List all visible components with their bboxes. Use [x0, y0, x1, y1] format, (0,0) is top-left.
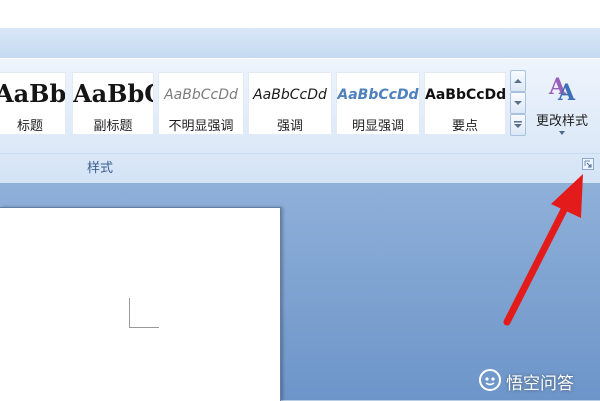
styles-dialog-launcher[interactable]	[582, 158, 594, 170]
watermark: 悟空问答	[478, 367, 596, 394]
watermark-text: 悟空问答	[506, 374, 574, 394]
window-top-area	[0, 0, 600, 28]
change-styles-button[interactable]: A A 更改样式	[530, 66, 594, 146]
style-sample: AaBbCcDd	[164, 87, 238, 103]
red-arrow	[503, 174, 583, 326]
style-sample: AaBbCcDd	[253, 87, 327, 103]
style-caption: 标题	[16, 119, 43, 134]
more-icon	[514, 121, 522, 128]
style-emphasis[interactable]: AaBbCcDd 强调	[248, 72, 332, 135]
change-styles-icon: A A	[548, 74, 576, 102]
styles-group-label: 样式	[86, 161, 113, 176]
style-sample: AaBbC	[73, 79, 153, 108]
style-sample: AaBbCcDd	[337, 87, 419, 103]
gallery-more-button[interactable]	[510, 114, 526, 136]
style-title[interactable]: AaBbC 标题	[0, 72, 66, 135]
style-caption: 明显强调	[351, 119, 404, 134]
style-caption: 不明显强调	[168, 119, 234, 134]
dialog-launcher-icon	[584, 160, 592, 168]
style-sample: AaBbC	[0, 79, 65, 108]
ribbon-tab-strip	[0, 28, 600, 58]
gallery-scroll-up-button[interactable]	[510, 70, 526, 92]
text-cursor-mark	[129, 298, 130, 328]
chevron-down-icon	[514, 101, 522, 105]
style-caption: 要点	[451, 119, 478, 134]
style-subtle-emphasis[interactable]: AaBbCcDd 不明显强调	[158, 72, 244, 135]
dropdown-arrow-icon	[530, 128, 594, 137]
style-sample: AaBbCcDd	[425, 87, 505, 103]
style-caption: 副标题	[93, 119, 133, 134]
gallery-scroll-down-button[interactable]	[510, 92, 526, 114]
group-label-divider	[0, 153, 600, 154]
text-cursor-mark	[129, 327, 159, 328]
watermark-logo	[479, 369, 501, 391]
document-page[interactable]	[0, 207, 281, 401]
quick-styles-gallery: AaBbC 标题 AaBbC 副标题 AaBbCcDd 不明显强调 AaBbCc…	[0, 72, 510, 135]
style-subtitle[interactable]: AaBbC 副标题	[72, 72, 154, 135]
change-styles-label: 更改样式	[535, 114, 588, 129]
style-intense-emphasis[interactable]: AaBbCcDd 明显强调	[336, 72, 420, 135]
chevron-up-icon	[514, 79, 522, 83]
svg-text:A: A	[557, 80, 576, 102]
style-caption: 强调	[276, 119, 303, 134]
gallery-scroll-controls	[510, 70, 526, 136]
style-strong[interactable]: AaBbCcDd 要点	[424, 72, 506, 135]
